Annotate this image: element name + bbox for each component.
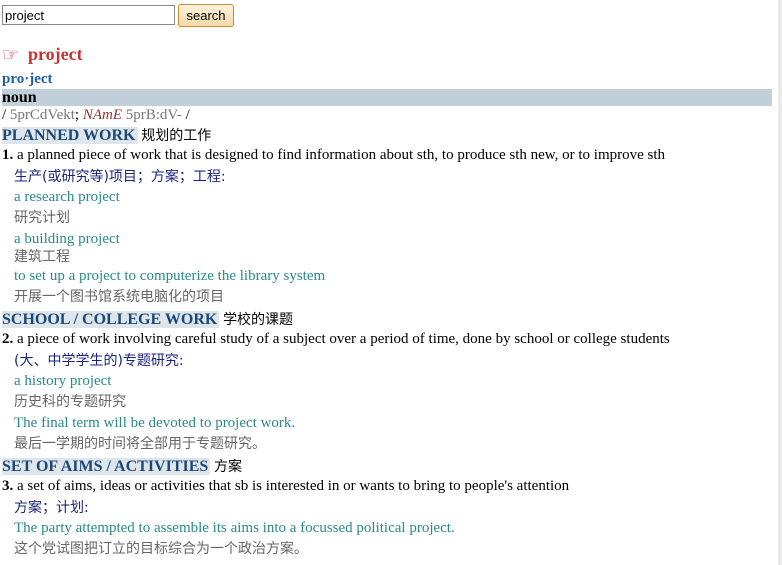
sense-title-cn: 规划的工作 [141,128,212,144]
sense-translation: 生产(或研究等)项目；方案；工程: [14,169,226,185]
definition-text: a planned piece of work that is designed… [17,147,666,163]
example-cn: 历史科的专题研究 [14,394,126,410]
sense-title: PLANNED WORK [2,127,138,144]
sense-3: SET OF AIMS / ACTIVITIES 方案 3. a set of … [2,457,772,561]
example-cn: 这个党试图把订立的目标综合为一个政治方案。 [14,541,308,557]
sense-heading: PLANNED WORK 规划的工作 [2,126,772,146]
example-cn: 最后一学期的时间将全部用于专题研究。 [14,436,266,452]
pron-close: / [181,107,190,123]
sense-number: 3. [2,478,14,494]
sense-heading: SET OF AIMS / ACTIVITIES 方案 [2,457,772,477]
sense-number: 1. [2,147,14,163]
syllabified-word: pro·ject [2,71,53,87]
sense-translation: (大、中学学生的)专题研究: [14,353,184,369]
pronunciation: / 5prCdVekt; NAmE 5prB:dV- / [2,106,772,125]
headword-row: ☞ project [2,40,772,68]
sense-definition: 3. a set of aims, ideas or activities th… [2,477,772,496]
pron-separator: ; [74,107,83,123]
example-cn: 建筑工程 [14,249,70,265]
example-en: to set up a project to computerize the l… [14,268,326,284]
vertical-scrollbar[interactable] [778,0,782,565]
example-cn: 开展一个图书馆系统电脑化的项目 [14,289,224,305]
sense-definition: 2. a piece of work involving careful stu… [2,330,772,349]
dictionary-entry: ☞ project pro·ject noun / 5prCdVekt; NAmE… [2,40,772,561]
example-en: a research project [14,189,120,205]
sense-title-cn: 学校的课题 [223,312,294,328]
example-cn: 研究计划 [14,210,70,226]
part-of-speech: noun [2,89,772,106]
example-en: The final term will be devoted to projec… [14,415,296,431]
pointing-hand-icon: ☞ [2,45,20,66]
example-en: a history project [14,373,112,389]
pron-open: / [2,107,10,123]
pron-us: 5prB:dV- [122,107,182,123]
definition-text: a piece of work involving careful study … [17,331,670,347]
examples: 生产(或研究等)项目；方案；工程: a research project 研究计… [2,166,772,309]
pron-uk: 5prCdVekt [9,107,75,123]
search-button[interactable]: search [178,4,234,27]
sense-number: 2. [2,331,14,347]
sense-heading: SCHOOL / COLLEGE WORK 学校的课题 [2,310,772,330]
examples: (大、中学学生的)专题研究: a history project 历史科的专题研… [2,350,772,456]
sense-definition: 1. a planned piece of work that is desig… [2,146,772,165]
example-en: a building project [14,231,120,247]
example-en: The party attempted to assemble its aims… [14,520,455,536]
examples: 方案；计划: The party attempted to assemble i… [2,497,772,561]
definition-text: a set of aims, ideas or activities that … [17,478,570,494]
headword: project [28,44,83,64]
pron-region-label: NAmE [82,107,123,123]
sense-title: SCHOOL / COLLEGE WORK [2,311,220,328]
sense-title-cn: 方案 [214,459,243,475]
sense-2: SCHOOL / COLLEGE WORK 学校的课题 2. a piece o… [2,310,772,456]
search-input[interactable] [2,5,175,25]
sense-title: SET OF AIMS / ACTIVITIES [2,458,211,475]
sense-1: PLANNED WORK 规划的工作 1. a planned piece of… [2,126,772,309]
sense-translation: 方案；计划: [14,500,89,516]
